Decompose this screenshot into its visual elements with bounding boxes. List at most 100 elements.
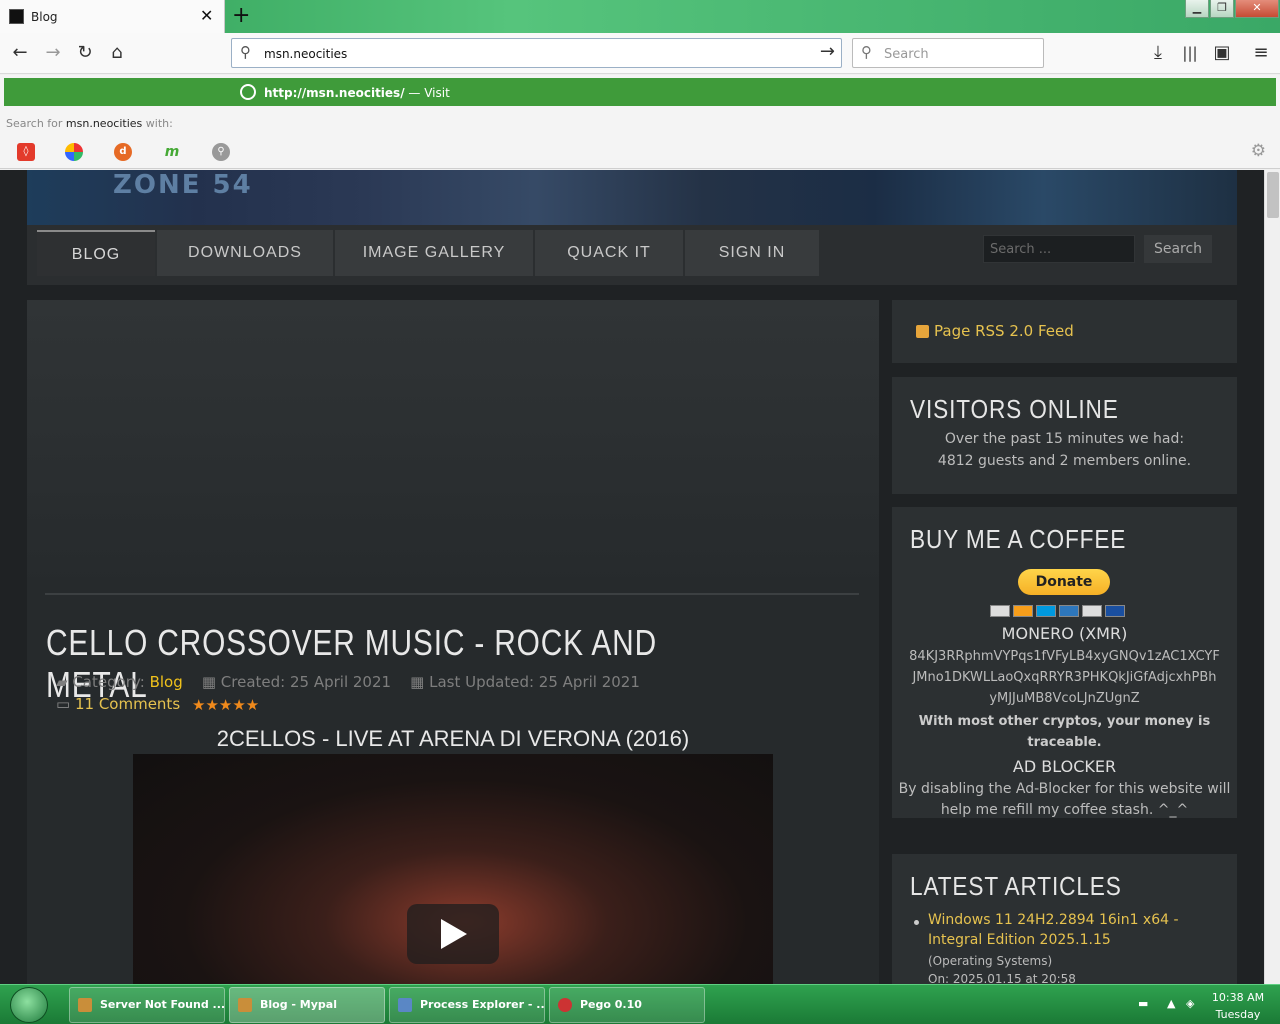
close-window-button[interactable]: ✕ — [1235, 0, 1279, 18]
app-icon — [238, 998, 252, 1012]
tray-expand-icon[interactable]: ▲ — [1167, 997, 1181, 1011]
search-for-label: Search for msn.neocities with: — [6, 117, 173, 130]
clock[interactable]: 10:38 AM Tuesday — [1208, 989, 1268, 1023]
play-button[interactable] — [407, 904, 499, 964]
latest-title: LATEST ARTICLES — [910, 871, 1122, 901]
duckduckgo-engine-icon[interactable]: d — [114, 143, 132, 161]
latest-articles-box: LATEST ARTICLES Windows 11 24H2.2894 16i… — [892, 854, 1237, 984]
windows-taskbar: Server Not Found ... Blog - Mypal Proces… — [0, 984, 1280, 1024]
search-term: msn.neocities — [65, 117, 143, 130]
crypto-note-1: With most other cryptos, your money is — [918, 714, 1211, 729]
clock-day: Tuesday — [1215, 1008, 1261, 1021]
visitors-title: VISITORS ONLINE — [910, 394, 1119, 424]
category-link[interactable]: Blog — [150, 673, 183, 691]
site-logo[interactable]: ZONE 54 — [113, 170, 253, 200]
site-search-input[interactable]: Search ... — [983, 235, 1135, 263]
menu-sign-in[interactable]: SIGN IN — [685, 230, 819, 276]
monero-address-3[interactable]: yMJJuMB8VcoLJnZUgnZ — [892, 691, 1237, 706]
page-scrollbar[interactable] — [1264, 170, 1280, 984]
url-dropdown: http://msn.neocities/ — Visit Search for… — [0, 75, 1280, 169]
video-player[interactable] — [133, 754, 773, 984]
visitors-box: VISITORS ONLINE Over the past 15 minutes… — [892, 377, 1237, 494]
brave-engine-icon[interactable]: ◊ — [17, 143, 35, 161]
download-icon[interactable]: ⤓ — [1146, 41, 1170, 65]
updated-date: Last Updated: 25 April 2021 — [429, 673, 640, 691]
latest-article-category: (Operating Systems) — [928, 954, 1053, 968]
scroll-thumb[interactable] — [1267, 172, 1279, 218]
site-banner: ZONE 54 — [27, 170, 1237, 225]
shield-icon[interactable]: ◈ — [1186, 997, 1200, 1011]
donate-button[interactable]: Donate — [1018, 569, 1110, 595]
url-text[interactable]: msn.neocities — [264, 47, 347, 61]
article-meta: ▰ Category: Blog ▦ Created: 25 April 202… — [56, 673, 640, 691]
search-icon: ⚲ — [240, 43, 251, 61]
web-page: ZONE 54 BLOG DOWNLOADS IMAGE GALLERY QUA… — [0, 170, 1264, 984]
monero-address-2[interactable]: JMno1DKWLLaoQxqRRYR3PHKQkJiGfAdjcxhPBh — [892, 670, 1237, 685]
visitors-line1: Over the past 15 minutes we had: — [944, 431, 1185, 447]
keyboard-icon[interactable]: ▬ — [1138, 997, 1152, 1011]
forward-icon[interactable]: → — [41, 41, 65, 65]
menu-icon[interactable]: ≡ — [1249, 41, 1273, 65]
site-menu: BLOG DOWNLOADS IMAGE GALLERY QUACK IT SI… — [27, 225, 1237, 285]
taskbar-item-pego[interactable]: Pego 0.10 — [549, 987, 705, 1023]
latest-article-link-2[interactable]: Integral Edition 2025.1.15 — [928, 932, 1111, 948]
menu-image-gallery[interactable]: IMAGE GALLERY — [335, 230, 533, 276]
back-icon[interactable]: ← — [8, 41, 32, 65]
rating-stars[interactable]: ★★★★★ — [192, 696, 259, 714]
menu-downloads[interactable]: DOWNLOADS — [157, 230, 333, 276]
rss-box: Page RSS 2.0 Feed — [892, 300, 1237, 363]
mojeek-engine-icon[interactable]: m — [163, 143, 181, 161]
comments-link[interactable]: ▭ 11 Comments — [56, 695, 180, 713]
app-icon — [558, 998, 572, 1012]
go-arrow-icon[interactable]: → — [820, 41, 835, 62]
gear-icon[interactable]: ⚙ — [1251, 141, 1266, 161]
globe-icon — [240, 84, 256, 100]
search-engine-icon[interactable]: ⚲ — [212, 143, 230, 161]
menu-blog[interactable]: BLOG — [37, 230, 155, 276]
comments-count: 11 Comments — [74, 695, 181, 713]
monero-title: MONERO (XMR) — [1001, 624, 1128, 643]
monero-address-1[interactable]: 84KJ3RRphmVYPqs1fVFyLB4xyGNQv1zAC1XCYF — [892, 649, 1237, 664]
library-icon[interactable]: ||| — [1178, 41, 1202, 65]
home-icon[interactable]: ⌂ — [105, 41, 129, 65]
site-search-button[interactable]: Search — [1144, 235, 1212, 263]
taskbar-item-blog-mypal[interactable]: Blog - Mypal — [229, 987, 385, 1023]
start-button[interactable] — [10, 987, 48, 1023]
adblock-line1: By disabling the Ad-Blocker for this web… — [898, 781, 1231, 797]
calendar-icon: ▦ — [201, 673, 217, 691]
latest-article-link[interactable]: Windows 11 24H2.2894 16in1 x64 - — [928, 912, 1179, 928]
menu-quack-it[interactable]: QUACK IT — [535, 230, 683, 276]
browser-search-box[interactable]: ⚲ Search — [852, 38, 1044, 68]
search-placeholder: Search — [884, 47, 929, 62]
rss-link[interactable]: Page RSS 2.0 Feed — [934, 322, 1074, 340]
favicon-icon — [9, 9, 24, 24]
browser-titlebar: Blog ✕ + ▁ ❐ ✕ — [0, 0, 1280, 34]
close-tab-icon[interactable]: ✕ — [200, 6, 213, 25]
tab-title: Blog — [31, 10, 58, 24]
adblock-line2: help me refill my coffee stash. ^_^ — [940, 802, 1189, 818]
new-tab-button[interactable]: + — [232, 3, 250, 28]
minimize-button[interactable]: ▁ — [1185, 0, 1209, 18]
url-bar[interactable]: ⚲ msn.neocities → — [231, 38, 842, 68]
rss-icon — [916, 325, 929, 338]
coffee-box: BUY ME A COFFEE Donate MONERO (XMR) 84KJ… — [892, 507, 1237, 818]
maximize-button[interactable]: ❐ — [1210, 0, 1234, 18]
reload-icon[interactable]: ↻ — [73, 41, 97, 65]
tab-blog[interactable]: Blog ✕ — [0, 0, 225, 34]
taskbar-item-process-explorer[interactable]: Process Explorer - ... — [389, 987, 545, 1023]
coffee-title: BUY ME A COFFEE — [910, 524, 1127, 554]
sidebar-icon[interactable]: ▣ — [1210, 41, 1234, 65]
calendar-icon: ▦ — [410, 673, 425, 691]
play-icon — [441, 919, 467, 949]
qwant-engine-icon[interactable] — [65, 143, 83, 161]
navigation-toolbar: ← → ↻ ⌂ ⚲ msn.neocities → ⚲ Search ⤓ |||… — [0, 33, 1280, 74]
article-title[interactable]: CELLO CROSSOVER MUSIC - ROCK AND METAL — [46, 622, 737, 706]
clock-time: 10:38 AM — [1211, 991, 1265, 1004]
search-icon: ⚲ — [861, 43, 872, 61]
video-title: 2CELLOS - LIVE AT ARENA DI VERONA (2016) — [216, 726, 690, 751]
created-date: Created: 25 April 2021 — [220, 673, 392, 691]
taskbar-item-server-not-found[interactable]: Server Not Found ... — [69, 987, 225, 1023]
crypto-note-2: traceable. — [1027, 735, 1102, 750]
visit-suggestion[interactable]: http://msn.neocities/ — Visit — [4, 78, 1276, 106]
visit-label: — Visit — [404, 86, 450, 100]
